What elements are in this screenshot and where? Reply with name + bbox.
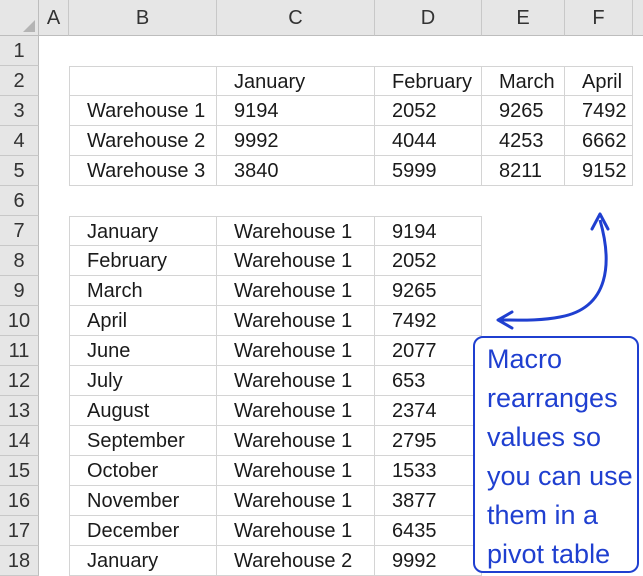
table-cell[interactable]: 2052 bbox=[375, 96, 482, 126]
list-cell-month[interactable]: July bbox=[69, 366, 217, 396]
list-cell-month[interactable]: February bbox=[69, 246, 217, 276]
select-all-triangle-icon bbox=[23, 20, 35, 32]
list-cell-value[interactable]: 2052 bbox=[375, 246, 482, 276]
table-cell[interactable]: 5999 bbox=[375, 156, 482, 186]
column-header-c[interactable]: C bbox=[217, 0, 375, 36]
list-cell-month[interactable]: January bbox=[69, 216, 217, 246]
macro-explanation-callout: Macro rearranges values so you can use t… bbox=[473, 336, 639, 573]
callout-line: values so bbox=[487, 422, 602, 452]
callout-line: them in a bbox=[487, 500, 599, 530]
column-header-d[interactable]: D bbox=[375, 0, 482, 36]
list-cell-value[interactable]: 2374 bbox=[375, 396, 482, 426]
table-header-cell[interactable] bbox=[69, 66, 217, 96]
table-cell[interactable]: 9992 bbox=[217, 126, 375, 156]
row-header-12[interactable]: 12 bbox=[0, 366, 39, 396]
list-cell-warehouse[interactable]: Warehouse 1 bbox=[217, 216, 375, 246]
row-header-14[interactable]: 14 bbox=[0, 426, 39, 456]
row-header-17[interactable]: 17 bbox=[0, 516, 39, 546]
list-cell-month[interactable]: March bbox=[69, 276, 217, 306]
column-header-g-partial[interactable] bbox=[633, 0, 643, 36]
row-header-7[interactable]: 7 bbox=[0, 216, 39, 246]
table-cell[interactable]: Warehouse 3 bbox=[69, 156, 217, 186]
list-cell-warehouse[interactable]: Warehouse 1 bbox=[217, 486, 375, 516]
list-cell-month[interactable]: October bbox=[69, 456, 217, 486]
table-cell[interactable]: Warehouse 1 bbox=[69, 96, 217, 126]
table-cell[interactable]: 9265 bbox=[482, 96, 565, 126]
callout-line: Macro bbox=[487, 344, 563, 374]
list-cell-value[interactable]: 1533 bbox=[375, 456, 482, 486]
column-header-a[interactable]: A bbox=[39, 0, 69, 36]
list-cell-month[interactable]: June bbox=[69, 336, 217, 366]
table-cell[interactable]: 9152 bbox=[565, 156, 633, 186]
list-cell-month[interactable]: January bbox=[69, 546, 217, 576]
list-cell-value[interactable]: 9265 bbox=[375, 276, 482, 306]
table-cell[interactable]: 9194 bbox=[217, 96, 375, 126]
list-cell-value[interactable]: 653 bbox=[375, 366, 482, 396]
callout-line: pivot table bbox=[487, 539, 611, 569]
table-cell[interactable]: 4253 bbox=[482, 126, 565, 156]
callout-line: rearranges bbox=[487, 383, 618, 413]
row-header-6[interactable]: 6 bbox=[0, 186, 39, 216]
table-header-cell[interactable]: April bbox=[565, 66, 633, 96]
row-header-11[interactable]: 11 bbox=[0, 336, 39, 366]
list-cell-value[interactable]: 6435 bbox=[375, 516, 482, 546]
list-cell-warehouse[interactable]: Warehouse 1 bbox=[217, 276, 375, 306]
row-header-13[interactable]: 13 bbox=[0, 396, 39, 426]
row-header-9[interactable]: 9 bbox=[0, 276, 39, 306]
list-cell-value[interactable]: 2077 bbox=[375, 336, 482, 366]
list-cell-warehouse[interactable]: Warehouse 1 bbox=[217, 366, 375, 396]
list-cell-value[interactable]: 2795 bbox=[375, 426, 482, 456]
table-header-cell[interactable]: January bbox=[217, 66, 375, 96]
list-cell-value[interactable]: 9992 bbox=[375, 546, 482, 576]
list-cell-warehouse[interactable]: Warehouse 2 bbox=[217, 546, 375, 576]
list-cell-warehouse[interactable]: Warehouse 1 bbox=[217, 246, 375, 276]
table-cell[interactable]: 6662 bbox=[565, 126, 633, 156]
list-cell-month[interactable]: November bbox=[69, 486, 217, 516]
column-header-e[interactable]: E bbox=[482, 0, 565, 36]
column-header-b[interactable]: B bbox=[69, 0, 217, 36]
table-cell[interactable]: Warehouse 2 bbox=[69, 126, 217, 156]
list-cell-month[interactable]: August bbox=[69, 396, 217, 426]
callout-line: you can use bbox=[487, 461, 633, 491]
list-cell-warehouse[interactable]: Warehouse 1 bbox=[217, 456, 375, 486]
row-header-10[interactable]: 10 bbox=[0, 306, 39, 336]
row-header-18[interactable]: 18 bbox=[0, 546, 39, 576]
list-cell-value[interactable]: 3877 bbox=[375, 486, 482, 516]
row-header-4[interactable]: 4 bbox=[0, 126, 39, 156]
list-cell-month[interactable]: September bbox=[69, 426, 217, 456]
list-cell-warehouse[interactable]: Warehouse 1 bbox=[217, 516, 375, 546]
list-cell-value[interactable]: 7492 bbox=[375, 306, 482, 336]
row-header-15[interactable]: 15 bbox=[0, 456, 39, 486]
row-header-3[interactable]: 3 bbox=[0, 96, 39, 126]
spreadsheet-grid: A B C D E F 1 2 3 4 5 6 7 8 9 10 11 12 1… bbox=[0, 0, 643, 576]
table-cell[interactable]: 7492 bbox=[565, 96, 633, 126]
table-cell[interactable]: 3840 bbox=[217, 156, 375, 186]
table-cell[interactable]: 4044 bbox=[375, 126, 482, 156]
select-all-corner[interactable] bbox=[0, 0, 39, 36]
table-header-cell[interactable]: March bbox=[482, 66, 565, 96]
row-header-8[interactable]: 8 bbox=[0, 246, 39, 276]
row-header-5[interactable]: 5 bbox=[0, 156, 39, 186]
column-header-f[interactable]: F bbox=[565, 0, 633, 36]
list-cell-value[interactable]: 9194 bbox=[375, 216, 482, 246]
table-cell[interactable]: 8211 bbox=[482, 156, 565, 186]
list-cell-month[interactable]: April bbox=[69, 306, 217, 336]
table-header-cell[interactable]: February bbox=[375, 66, 482, 96]
row-header-1[interactable]: 1 bbox=[0, 36, 39, 66]
list-cell-month[interactable]: December bbox=[69, 516, 217, 546]
list-cell-warehouse[interactable]: Warehouse 1 bbox=[217, 426, 375, 456]
row-header-2[interactable]: 2 bbox=[0, 66, 39, 96]
row-header-16[interactable]: 16 bbox=[0, 486, 39, 516]
list-cell-warehouse[interactable]: Warehouse 1 bbox=[217, 306, 375, 336]
list-cell-warehouse[interactable]: Warehouse 1 bbox=[217, 336, 375, 366]
list-cell-warehouse[interactable]: Warehouse 1 bbox=[217, 396, 375, 426]
